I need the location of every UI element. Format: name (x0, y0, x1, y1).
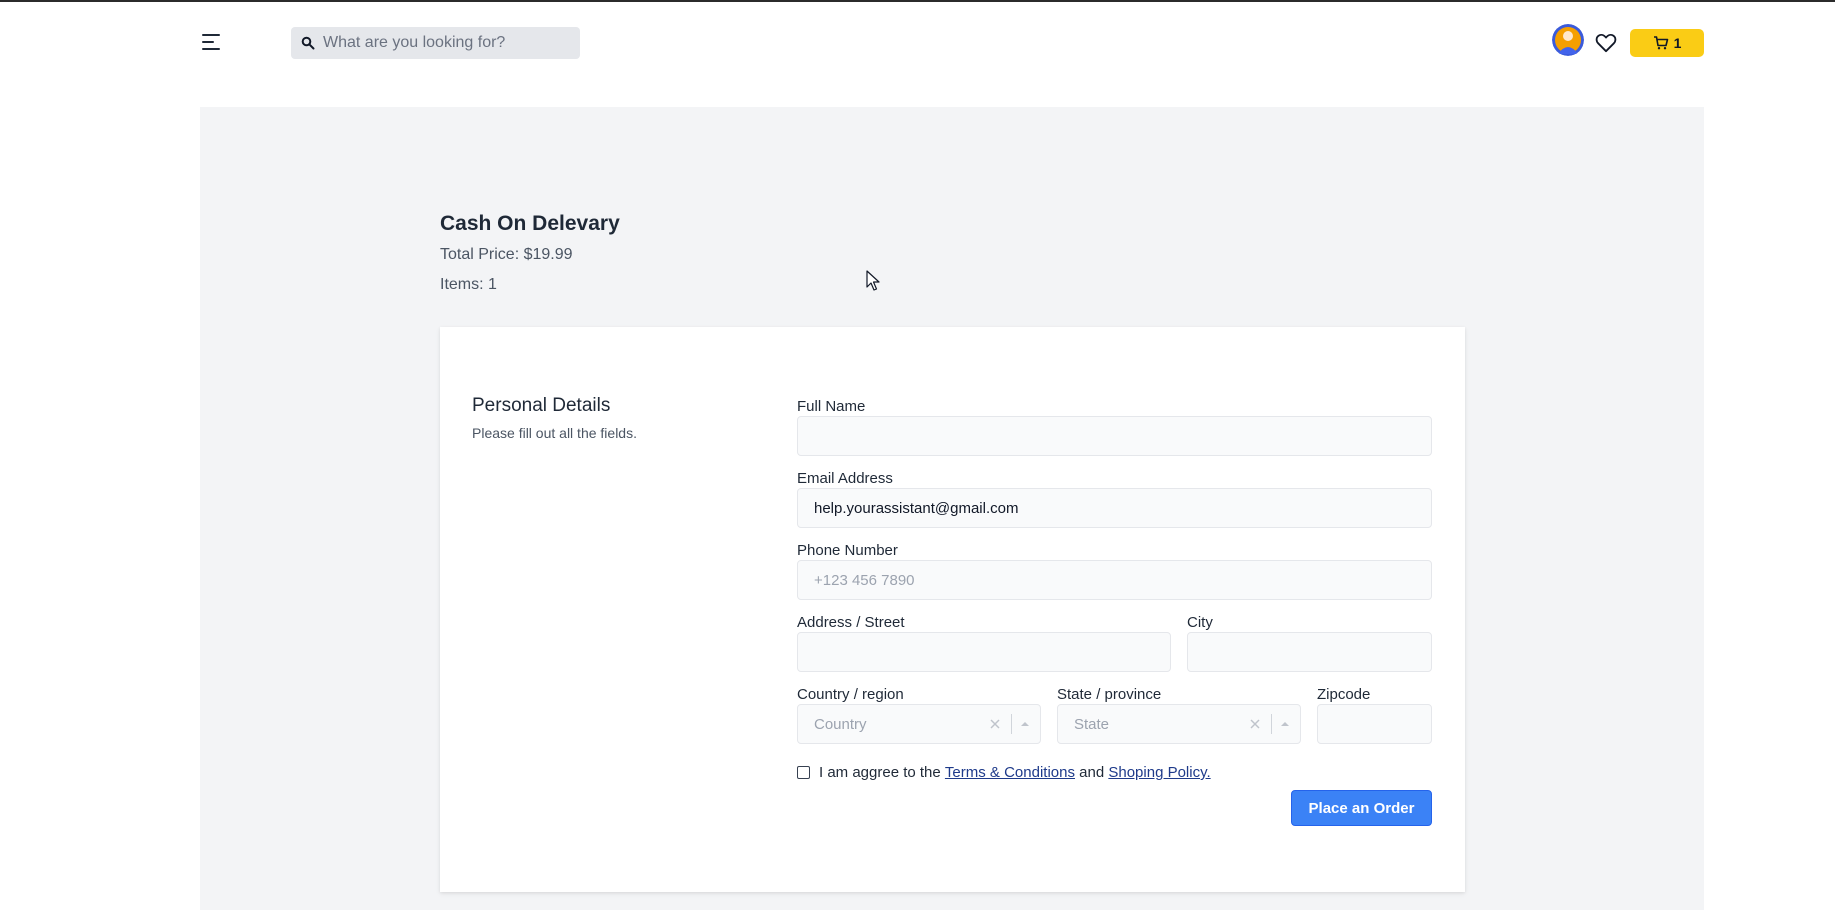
agree-text: I am aggree to the (819, 764, 945, 781)
chevron-up-icon[interactable] (1020, 720, 1030, 728)
agree-and-text: and (1074, 764, 1109, 781)
address-label: Address / Street (797, 614, 905, 631)
search-input[interactable] (323, 34, 563, 52)
section-title: Personal Details (472, 395, 611, 416)
email-label: Email Address (797, 470, 893, 487)
clear-icon[interactable] (989, 718, 1001, 730)
email-field[interactable] (797, 488, 1432, 528)
state-select[interactable]: State (1057, 704, 1301, 744)
payment-method-title: Cash On Delevary (440, 212, 620, 235)
terms-agreement: I am aggree to the Terms & Conditions an… (797, 764, 1211, 781)
state-label: State / province (1057, 686, 1162, 703)
zipcode-label: Zipcode (1317, 686, 1371, 703)
full-name-field[interactable] (797, 416, 1432, 456)
select-separator (1271, 714, 1272, 734)
phone-label: Phone Number (797, 542, 898, 559)
mouse-cursor-icon (866, 270, 880, 291)
full-name-label: Full Name (797, 398, 866, 415)
cart-button[interactable]: 1 (1630, 29, 1704, 57)
avatar[interactable] (1552, 24, 1584, 56)
items-count: Items: 1 (440, 276, 497, 293)
clear-icon[interactable] (1249, 718, 1261, 730)
order-summary: Cash On Delevary Total Price: $19.99 Ite… (440, 212, 620, 306)
country-select[interactable]: Country (797, 704, 1041, 744)
section-subtitle: Please fill out all the fields. (472, 425, 637, 441)
total-price: Total Price: $19.99 (440, 246, 573, 263)
terms-link[interactable]: Terms & Conditions (945, 764, 1075, 781)
heart-icon[interactable] (1595, 33, 1617, 53)
search-bar (291, 27, 580, 59)
select-separator (1011, 714, 1012, 734)
cart-icon (1653, 36, 1668, 50)
top-navbar: 1 (0, 2, 1835, 82)
shopping-policy-link[interactable]: Shoping Policy. (1108, 764, 1210, 781)
agree-checkbox[interactable] (797, 766, 810, 779)
address-field[interactable] (797, 632, 1171, 672)
checkout-main: Cash On Delevary Total Price: $19.99 Ite… (200, 107, 1704, 910)
zipcode-field[interactable] (1317, 704, 1432, 744)
phone-field[interactable] (797, 560, 1432, 600)
country-label: Country / region (797, 686, 904, 703)
country-select-value: Country (814, 715, 867, 733)
chevron-up-icon[interactable] (1280, 720, 1290, 728)
state-select-value: State (1074, 715, 1110, 733)
cart-count: 1 (1673, 35, 1682, 51)
search-icon (301, 36, 315, 50)
city-field[interactable] (1187, 632, 1432, 672)
city-label: City (1187, 614, 1213, 631)
personal-details-card: Personal Details Please fill out all the… (440, 327, 1465, 892)
place-order-button[interactable]: Place an Order (1291, 790, 1432, 826)
menu-icon[interactable] (200, 32, 224, 52)
